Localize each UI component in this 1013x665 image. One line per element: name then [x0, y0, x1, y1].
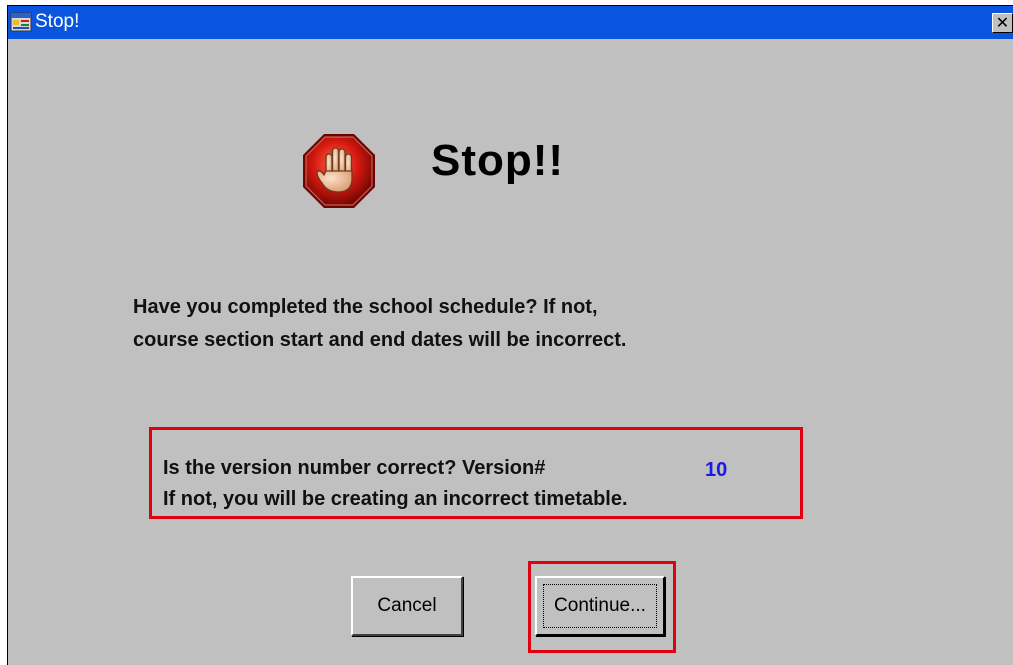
version-number: 10 [705, 459, 728, 481]
window-title: Stop! [35, 11, 80, 32]
schedule-warning: Have you completed the school schedule? … [133, 291, 626, 357]
stop-dialog-window: Stop! ✕ Stop!! Have you completed the sc… [7, 5, 1013, 665]
close-button[interactable]: ✕ [992, 13, 1013, 33]
stop-hand-icon [300, 131, 378, 211]
app-window-icon [10, 11, 32, 33]
cancel-button[interactable]: Cancel [351, 576, 463, 636]
continue-button-label: Continue... [554, 595, 646, 616]
continue-button[interactable]: Continue... [535, 576, 665, 636]
stop-heading: Stop!! [431, 136, 565, 185]
schedule-warning-line-2: course section start and end dates will … [133, 329, 627, 351]
version-question: Is the version number correct? Version# [163, 457, 546, 479]
version-warning: If not, you will be creating an incorrec… [163, 488, 628, 510]
close-icon: ✕ [995, 13, 1010, 32]
schedule-warning-line-1: Have you completed the school schedule? … [133, 296, 598, 318]
cancel-button-label: Cancel [377, 595, 437, 616]
title-bar[interactable]: Stop! ✕ [8, 6, 1013, 39]
